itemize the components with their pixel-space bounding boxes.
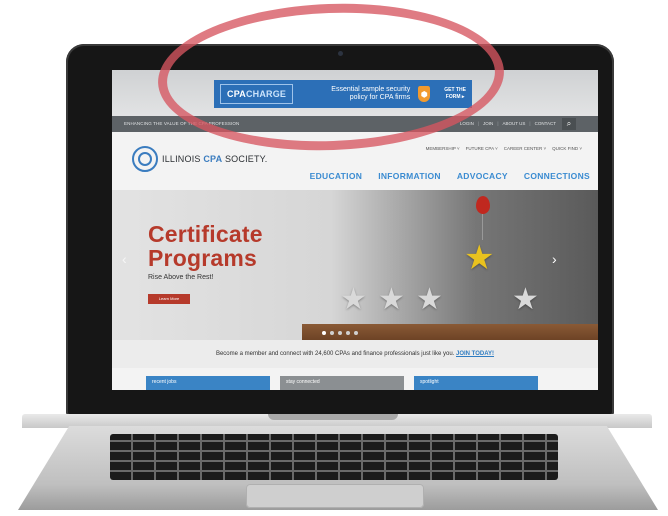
keyboard [110, 434, 558, 480]
join-today-link[interactable]: JOIN TODAY! [456, 351, 494, 357]
society-logo-icon[interactable] [132, 146, 158, 172]
carousel-dot[interactable] [346, 331, 350, 335]
silver-star-image: ★ [416, 283, 443, 316]
about-us-link[interactable]: ABOUT US [502, 121, 525, 126]
membership-promo: Become a member and connect with 24,600 … [112, 340, 598, 368]
silver-star-image: ★ [512, 283, 539, 316]
main-nav: EDUCATION INFORMATION ADVOCACY CONNECTIO… [310, 171, 590, 181]
hero-carousel: ★ ★ ★ ★ ★ Certificate Programs Rise Abov… [112, 190, 598, 340]
tile-stay-connected[interactable]: stay connected [280, 376, 404, 390]
silver-star-image: ★ [378, 283, 405, 316]
divider: | [529, 121, 531, 126]
hero-title: Certificate Programs [148, 222, 263, 270]
nav-information[interactable]: INFORMATION [378, 171, 441, 181]
nav-membership[interactable]: MEMBERSHIP ˅ [426, 146, 460, 151]
gold-star-image: ★ [464, 239, 495, 277]
nav-advocacy[interactable]: ADVOCACY [457, 171, 508, 181]
nav-career-center[interactable]: CAREER CENTER ˅ [504, 146, 546, 151]
tile-recent-jobs[interactable]: recent jobs [146, 376, 270, 390]
nav-education[interactable]: EDUCATION [310, 171, 363, 181]
hero-title-line2: Programs [148, 245, 257, 271]
nav-future-cpa[interactable]: FUTURE CPA ˅ [466, 146, 498, 151]
society-logo-text[interactable]: ILLINOIS CPA SOCIETY. [162, 154, 267, 164]
login-link[interactable]: LOGIN [460, 121, 474, 126]
trackpad [246, 484, 424, 508]
tile-spotlight[interactable]: spotlight [414, 376, 538, 390]
chevron-right-icon[interactable]: › [552, 252, 557, 266]
silver-star-image: ★ [340, 283, 367, 316]
carousel-dot[interactable] [338, 331, 342, 335]
learn-more-button[interactable]: Learn More [148, 294, 190, 304]
chevron-left-icon[interactable]: ‹ [122, 252, 127, 266]
balloon-string [482, 214, 483, 240]
carousel-dot[interactable] [330, 331, 334, 335]
hero-subtitle: Rise Above the Rest! [148, 274, 214, 281]
hero-title-line1: Certificate [148, 221, 263, 247]
divider: | [477, 121, 480, 126]
nav-quick-find[interactable]: QUICK FIND ˅ [552, 146, 582, 151]
feature-tiles: recent jobs stay connected spotlight [146, 376, 538, 390]
utility-links: LOGIN | JOIN | ABOUT US | CONTACT [460, 121, 556, 126]
carousel-dots [322, 331, 358, 335]
laptop-hinge [268, 414, 398, 420]
promo-text: Become a member and connect with 24,600 … [215, 351, 455, 357]
join-link[interactable]: JOIN [483, 121, 493, 126]
search-icon[interactable]: ⌕ [562, 118, 576, 130]
nav-connections[interactable]: CONNECTIONS [524, 171, 590, 181]
carousel-dot[interactable] [322, 331, 326, 335]
red-balloon-image [476, 196, 490, 214]
contact-link[interactable]: CONTACT [535, 121, 556, 126]
divider: | [497, 121, 499, 126]
carousel-dot[interactable] [354, 331, 358, 335]
secondary-nav: MEMBERSHIP ˅ FUTURE CPA ˅ CAREER CENTER … [426, 146, 582, 151]
